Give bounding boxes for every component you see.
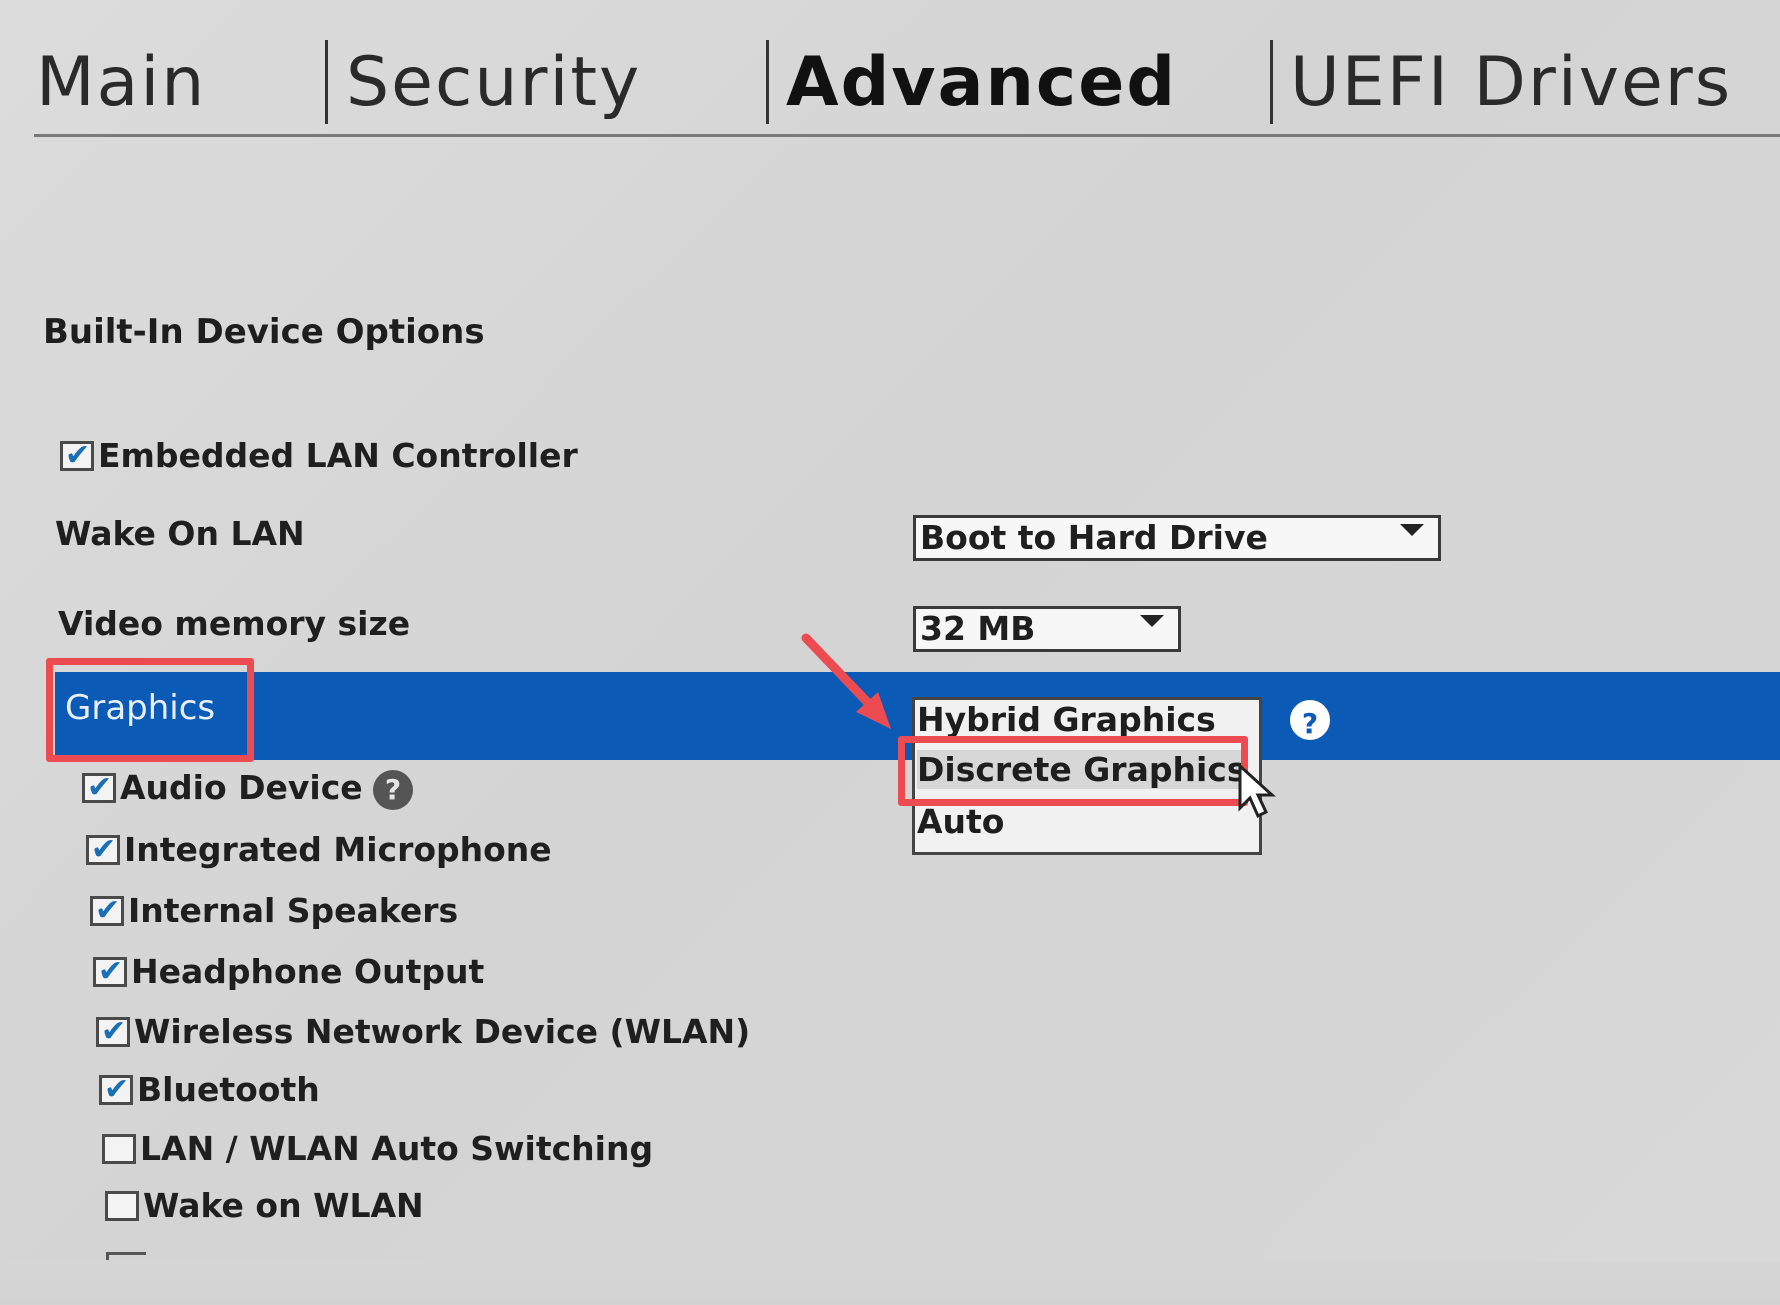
partial-checkbox <box>106 1252 146 1260</box>
wake-on-wlan-row[interactable]: Wake on WLAN <box>105 1186 424 1225</box>
video-memory-dropdown[interactable]: 32 MB <box>913 606 1181 652</box>
option-hybrid-graphics[interactable]: Hybrid Graphics <box>917 700 1216 739</box>
section-title: Built-In Device Options <box>43 312 485 352</box>
wake-on-lan-label: Wake On LAN <box>55 514 305 553</box>
lan-wlan-switching-checkbox[interactable] <box>102 1133 136 1164</box>
tab-advanced[interactable]: Advanced <box>786 38 1177 128</box>
tab-security[interactable]: Security <box>346 38 641 128</box>
bluetooth-checkbox[interactable] <box>99 1072 133 1108</box>
lan-wlan-switching-label: LAN / WLAN Auto Switching <box>140 1129 654 1168</box>
headphone-output-checkbox[interactable] <box>93 954 127 990</box>
internal-speakers-row[interactable]: Internal Speakers <box>90 891 458 930</box>
tab-bar: Main Security Advanced UEFI Drivers <box>0 0 1780 140</box>
wake-on-wlan-checkbox[interactable] <box>105 1190 139 1221</box>
wake-on-lan-value: Boot to Hard Drive <box>920 518 1268 557</box>
wlan-label: Wireless Network Device (WLAN) <box>134 1012 751 1051</box>
audio-device-checkbox[interactable] <box>82 770 116 806</box>
tab-uefi-drivers[interactable]: UEFI Drivers <box>1290 38 1732 128</box>
integrated-microphone-row[interactable]: Integrated Microphone <box>86 830 552 869</box>
graphics-annotation-box <box>46 658 254 762</box>
headphone-output-label: Headphone Output <box>131 952 485 991</box>
chevron-down-icon <box>1400 524 1424 536</box>
wlan-row[interactable]: Wireless Network Device (WLAN) <box>96 1012 750 1051</box>
tab-separator <box>766 40 769 124</box>
annotation-arrow <box>801 633 1276 819</box>
wake-on-lan-dropdown[interactable]: Boot to Hard Drive <box>913 515 1441 561</box>
headphone-output-row[interactable]: Headphone Output <box>93 952 484 991</box>
chevron-down-icon <box>1140 615 1164 627</box>
integrated-microphone-checkbox[interactable] <box>86 832 120 868</box>
bluetooth-label: Bluetooth <box>137 1070 320 1109</box>
internal-speakers-checkbox[interactable] <box>90 893 124 929</box>
internal-speakers-label: Internal Speakers <box>128 891 459 930</box>
option-auto[interactable]: Auto <box>917 802 1004 841</box>
help-icon[interactable]: ? <box>1290 700 1330 740</box>
tab-separator <box>1270 40 1273 124</box>
embedded-lan-label: Embedded LAN Controller <box>98 436 578 475</box>
tab-underline <box>34 134 1780 137</box>
video-memory-label: Video memory size <box>58 604 411 643</box>
audio-device-label: Audio Device <box>120 768 363 807</box>
bottom-cutoff-area <box>0 1262 1780 1305</box>
embedded-lan-row[interactable]: Embedded LAN Controller <box>60 436 578 475</box>
wake-on-wlan-label: Wake on WLAN <box>143 1186 424 1225</box>
bluetooth-row[interactable]: Bluetooth <box>99 1070 320 1109</box>
lan-wlan-switching-row[interactable]: LAN / WLAN Auto Switching <box>102 1129 653 1168</box>
tab-separator <box>325 40 328 124</box>
video-memory-value: 32 MB <box>920 609 1036 648</box>
embedded-lan-checkbox[interactable] <box>60 438 94 474</box>
wlan-checkbox[interactable] <box>96 1014 130 1050</box>
tab-main[interactable]: Main <box>36 38 206 128</box>
wake-on-lan-row: Wake On LAN <box>55 514 305 553</box>
audio-device-row[interactable]: Audio Device <box>82 768 363 807</box>
help-icon[interactable]: ? <box>373 770 413 810</box>
integrated-microphone-label: Integrated Microphone <box>124 830 552 869</box>
video-memory-row: Video memory size <box>58 604 410 643</box>
discrete-graphics-annotation-box <box>898 736 1248 806</box>
